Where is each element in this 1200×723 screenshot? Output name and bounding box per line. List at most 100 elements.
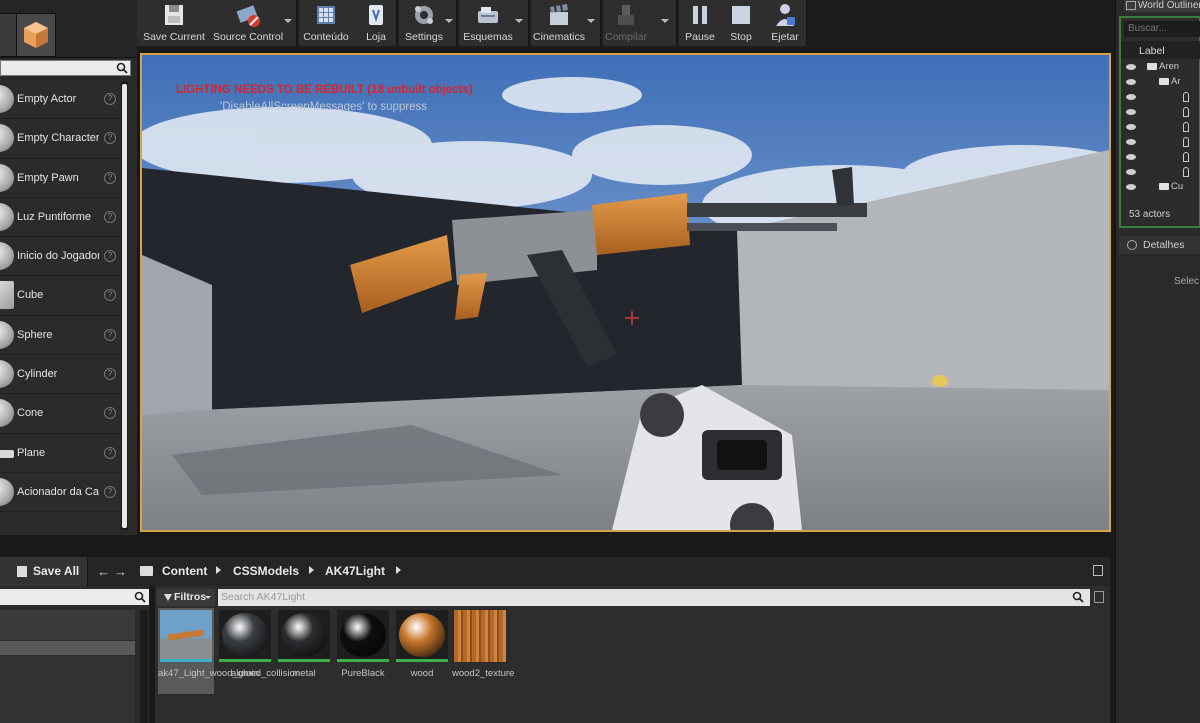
breadcrumb-separator[interactable] xyxy=(309,566,314,574)
visibility-eye-icon[interactable] xyxy=(1126,109,1136,115)
outliner-search-input[interactable]: Buscar... xyxy=(1124,21,1200,37)
visibility-eye-icon[interactable] xyxy=(1126,139,1136,145)
pause-icon xyxy=(693,6,707,24)
compile-button[interactable]: Compilar xyxy=(603,0,649,46)
folder-icon xyxy=(140,566,153,576)
help-icon[interactable]: ? xyxy=(104,132,116,145)
visibility-eye-icon[interactable] xyxy=(1126,169,1136,175)
outliner-label-column[interactable]: Label xyxy=(1121,41,1200,59)
help-icon[interactable]: ? xyxy=(104,485,116,498)
asset-thumbnail xyxy=(454,610,506,662)
level-viewport[interactable]: LIGHTING NEEDS TO BE REBUILT (18 unbuilt… xyxy=(140,53,1111,532)
forward-arrow-icon[interactable]: → xyxy=(114,564,127,579)
help-icon[interactable]: ? xyxy=(104,407,116,420)
actor-label: Empty Pawn xyxy=(17,171,79,184)
actor-item-cone[interactable]: Cone? xyxy=(0,394,120,434)
settings-icon xyxy=(415,6,433,24)
actor-list-scrollbar[interactable] xyxy=(121,82,128,530)
folder-search-input[interactable] xyxy=(0,589,149,605)
eject-button[interactable]: Ejetar xyxy=(765,0,805,46)
actor-icon xyxy=(1183,152,1189,162)
actor-item-empty-character[interactable]: Empty Character? xyxy=(0,119,120,159)
asset-tile[interactable]: wood xyxy=(394,610,450,679)
compile-dropdown-arrow[interactable] xyxy=(661,19,669,23)
outliner-row[interactable]: Cu xyxy=(1121,180,1200,195)
asset-tile[interactable]: wood2_texture xyxy=(452,610,514,679)
visibility-eye-icon[interactable] xyxy=(1126,79,1136,85)
breadcrumb-separator[interactable] xyxy=(396,566,401,574)
visibility-eye-icon[interactable] xyxy=(1126,154,1136,160)
outliner-row[interactable] xyxy=(1121,120,1200,135)
actor-item-cube[interactable]: Cube? xyxy=(0,276,120,316)
back-arrow-icon[interactable]: ← xyxy=(97,564,110,579)
marketplace-button[interactable]: Loja xyxy=(359,0,393,46)
source-control-button[interactable]: Source Control xyxy=(213,0,283,46)
folder-tree-item[interactable] xyxy=(0,610,135,640)
actor-item-plane[interactable]: Plane? xyxy=(0,433,120,473)
cinematics-dropdown-arrow[interactable] xyxy=(587,19,595,23)
settings-dropdown-arrow[interactable] xyxy=(445,19,453,23)
folder-tree-scrollbar[interactable] xyxy=(140,610,148,723)
world-outliner-tab[interactable]: World Outliner xyxy=(1124,0,1200,12)
asset-tile[interactable]: alumin xyxy=(217,610,273,679)
filters-button[interactable]: Filtros xyxy=(157,589,215,606)
actor-item-luz-puntiforme[interactable]: Luz Puntiforme? xyxy=(0,197,120,238)
help-icon[interactable]: ? xyxy=(104,250,116,263)
search-icon xyxy=(116,62,128,74)
help-icon[interactable]: ? xyxy=(104,368,116,381)
asset-name: wood xyxy=(410,668,434,679)
settings-button[interactable]: Settings xyxy=(401,0,447,46)
actor-search-input[interactable] xyxy=(0,60,131,76)
outliner-row[interactable]: Ar xyxy=(1121,75,1200,90)
outliner-row[interactable]: Aren xyxy=(1121,60,1200,75)
actor-item-cylinder[interactable]: Cylinder? xyxy=(0,355,120,395)
actor-item-inicio-do-jogador[interactable]: Inicio do Jogador? xyxy=(0,237,120,277)
asset-thumbnail xyxy=(219,610,271,662)
visibility-eye-icon[interactable] xyxy=(1126,94,1136,100)
lock-icon[interactable] xyxy=(1093,565,1103,576)
help-icon[interactable]: ? xyxy=(104,446,116,459)
cinematics-button[interactable]: Cinematics xyxy=(531,0,587,46)
save-all-button[interactable]: Save All xyxy=(0,557,88,586)
blueprints-button[interactable]: Esquemas xyxy=(461,0,515,46)
outliner-row[interactable] xyxy=(1121,135,1200,150)
geometry-mode-tab[interactable] xyxy=(16,13,56,57)
stop-button[interactable]: Stop xyxy=(723,0,759,46)
outliner-row[interactable] xyxy=(1121,165,1200,180)
source-control-dropdown-arrow[interactable] xyxy=(284,19,292,23)
help-icon[interactable]: ? xyxy=(104,93,116,105)
folder-tree-item[interactable] xyxy=(0,656,135,723)
outliner-row[interactable] xyxy=(1121,90,1200,105)
help-icon[interactable]: ? xyxy=(104,210,116,223)
outliner-row[interactable] xyxy=(1121,105,1200,120)
actor-thumbnail xyxy=(0,477,14,506)
asset-tile[interactable]: metal xyxy=(276,610,332,679)
visibility-eye-icon[interactable] xyxy=(1126,124,1136,130)
visibility-eye-icon[interactable] xyxy=(1126,184,1136,190)
pause-button[interactable]: Pause xyxy=(681,0,719,46)
outliner-row[interactable] xyxy=(1121,150,1200,165)
content-button[interactable]: Conteúdo xyxy=(300,0,352,46)
breadcrumb-ak47light[interactable]: AK47Light xyxy=(325,564,385,578)
actor-item-empty-pawn[interactable]: Empty Pawn? xyxy=(0,158,120,198)
breadcrumb-cssmodels[interactable]: CSSModels xyxy=(233,564,299,578)
save-search-icon[interactable] xyxy=(1094,591,1104,603)
blueprints-dropdown-arrow[interactable] xyxy=(515,19,523,23)
visibility-eye-icon[interactable] xyxy=(1126,64,1136,70)
actor-item-acionador-da-cai[interactable]: Acionador da Cai? xyxy=(0,472,120,513)
asset-tile[interactable]: PureBlack xyxy=(335,610,391,679)
help-icon[interactable]: ? xyxy=(104,289,116,302)
breadcrumb-separator[interactable] xyxy=(216,566,221,574)
breadcrumb-content[interactable]: Content xyxy=(162,564,207,578)
actor-item-sphere[interactable]: Sphere? xyxy=(0,315,120,356)
help-icon[interactable]: ? xyxy=(104,328,116,341)
asset-search-input[interactable]: Search AK47Light xyxy=(218,589,1090,606)
save-current-button[interactable]: Save Current xyxy=(143,0,205,46)
asset-name: ak47_Light_wood_glued_collision xyxy=(158,668,301,679)
folder-tree-item-selected[interactable] xyxy=(0,641,135,655)
actor-item-empty-actor[interactable]: Empty Actor? xyxy=(0,80,120,120)
help-icon[interactable]: ? xyxy=(104,171,116,184)
place-actors-panel: Empty Actor? Empty Character? Empty Pawn? L… xyxy=(0,0,137,535)
asset-tile[interactable]: ak47_Light_wood_glued_collision xyxy=(158,608,301,694)
details-tab[interactable]: Detalhes xyxy=(1119,236,1200,254)
